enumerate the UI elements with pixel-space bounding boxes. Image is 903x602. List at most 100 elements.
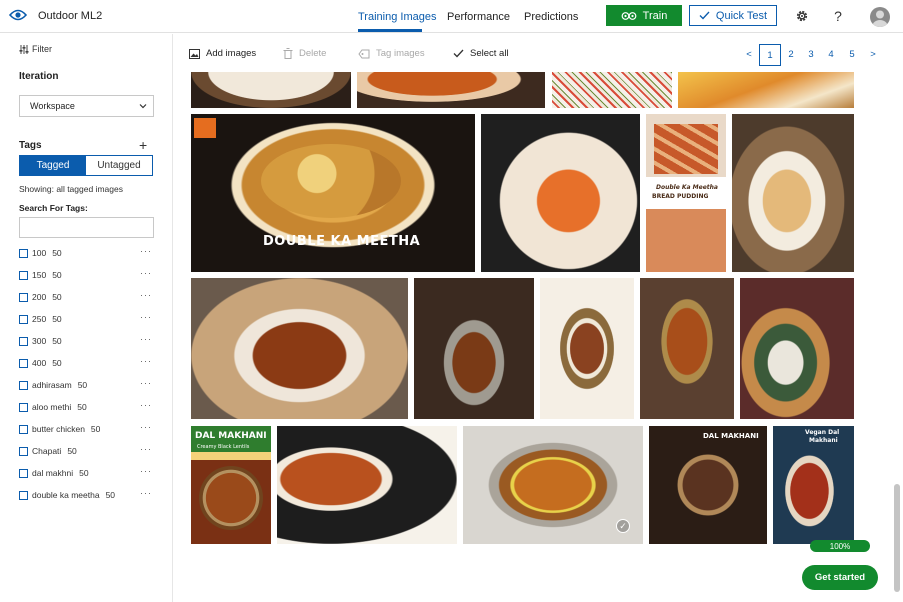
image-thumbnail[interactable] <box>277 426 457 544</box>
caption-bread-title: Double Ka Meetha <box>656 184 718 191</box>
more-options-icon[interactable]: ··· <box>140 290 152 300</box>
image-thumbnail[interactable] <box>481 114 640 272</box>
image-grid: DOUBLE KA MEETHA Double Ka Meetha BREAD … <box>191 72 854 552</box>
more-options-icon[interactable]: ··· <box>140 356 152 366</box>
tag-row[interactable]: adhirasam 50 ··· <box>19 378 154 392</box>
more-options-icon[interactable]: ··· <box>140 268 152 278</box>
avatar[interactable] <box>870 7 890 27</box>
tag-row[interactable]: aloo methi 50 ··· <box>19 400 154 414</box>
more-options-icon[interactable]: ··· <box>140 400 152 410</box>
tag-checkbox[interactable] <box>19 270 28 280</box>
tag-checkbox[interactable] <box>19 336 28 346</box>
tag-images-button[interactable]: Tag images <box>358 48 425 59</box>
tagged-tab[interactable]: Tagged <box>20 156 86 175</box>
image-thumbnail[interactable]: Vegan Dal Makhani <box>773 426 854 544</box>
tag-checkbox[interactable] <box>19 424 28 434</box>
tag-checkbox[interactable] <box>19 358 28 368</box>
image-thumbnail[interactable] <box>732 114 854 272</box>
more-options-icon[interactable]: ··· <box>140 334 152 344</box>
caption-makhani: Makhani <box>809 437 838 444</box>
image-thumbnail[interactable] <box>191 278 408 419</box>
filter-button[interactable]: Filter <box>19 44 52 54</box>
tag-checkbox[interactable] <box>19 314 28 324</box>
image-thumbnail[interactable] <box>740 278 854 419</box>
chevron-down-icon <box>139 104 147 109</box>
pagination-next[interactable]: > <box>864 45 882 63</box>
image-thumbnail[interactable]: DAL MAKHANI Creamy Black Lentils <box>191 426 271 544</box>
tag-name: 300 <box>32 336 47 346</box>
more-options-icon[interactable]: ··· <box>140 466 152 476</box>
tag-checkbox[interactable] <box>19 402 28 412</box>
untagged-tab[interactable]: Untagged <box>86 156 152 175</box>
caption-double-ka-meetha: DOUBLE KA MEETHA <box>263 234 421 249</box>
tag-row[interactable]: Chapati 50 ··· <box>19 444 154 458</box>
help-icon[interactable]: ? <box>829 7 847 25</box>
more-options-icon[interactable]: ··· <box>140 488 152 498</box>
tagged-toggle: Tagged Untagged <box>19 155 153 176</box>
image-thumbnail[interactable] <box>191 72 351 108</box>
image-thumbnail[interactable]: DAL MAKHANI <box>649 426 767 544</box>
tag-checkbox[interactable] <box>19 292 28 302</box>
caption-vegan-dal: Vegan Dal <box>805 429 840 436</box>
tag-checkbox[interactable] <box>19 380 28 390</box>
iteration-heading: Iteration <box>19 71 59 82</box>
image-thumbnail[interactable] <box>414 278 534 419</box>
tab-training-images[interactable]: Training Images <box>358 11 436 23</box>
tag-row[interactable]: 300 50 ··· <box>19 334 154 348</box>
pagination-page-1[interactable]: 1 <box>759 44 781 66</box>
train-button[interactable]: Train <box>606 5 682 26</box>
image-thumbnail[interactable] <box>357 72 545 108</box>
tag-checkbox[interactable] <box>19 490 28 500</box>
tag-checkbox[interactable] <box>19 248 28 258</box>
search-tags-input[interactable] <box>19 217 154 238</box>
caption-creamy-black-lentils: Creamy Black Lentils <box>197 444 250 450</box>
tag-row[interactable]: double ka meetha 50 ··· <box>19 488 154 502</box>
tag-row[interactable]: 150 50 ··· <box>19 268 154 282</box>
gear-icon[interactable] <box>793 7 811 25</box>
more-options-icon[interactable]: ··· <box>140 444 152 454</box>
tag-row[interactable]: 250 50 ··· <box>19 312 154 326</box>
eye-icon[interactable] <box>9 8 27 22</box>
image-thumbnail[interactable] <box>540 278 634 419</box>
quick-test-button[interactable]: Quick Test <box>689 5 777 26</box>
tag-name: 100 <box>32 248 47 258</box>
more-options-icon[interactable]: ··· <box>140 246 152 256</box>
tab-performance[interactable]: Performance <box>447 11 510 23</box>
image-thumbnail[interactable] <box>678 72 854 108</box>
select-all-button[interactable]: Select all <box>453 48 509 59</box>
pagination-page-4[interactable]: 4 <box>822 45 840 63</box>
more-options-icon[interactable]: ··· <box>140 312 152 322</box>
tag-checkbox[interactable] <box>19 446 28 456</box>
selected-check-icon[interactable]: ✓ <box>616 519 630 533</box>
image-thumbnail[interactable] <box>640 278 734 419</box>
tag-row[interactable]: butter chicken 50 ··· <box>19 422 154 436</box>
tag-count: 50 <box>77 380 88 390</box>
checkmark-icon <box>453 49 464 58</box>
tag-name: 200 <box>32 292 47 302</box>
pagination-page-3[interactable]: 3 <box>802 45 820 63</box>
scrollbar[interactable] <box>894 484 900 592</box>
pagination-page-2[interactable]: 2 <box>782 45 800 63</box>
pagination-page-5[interactable]: 5 <box>843 45 861 63</box>
tag-row[interactable]: dal makhni 50 ··· <box>19 466 154 480</box>
delete-button[interactable]: Delete <box>283 48 326 59</box>
get-started-button[interactable]: Get started <box>802 565 878 590</box>
add-images-button[interactable]: Add images <box>189 48 256 59</box>
image-thumbnail[interactable]: ✓ <box>463 426 643 544</box>
image-thumbnail[interactable]: DOUBLE KA MEETHA <box>191 114 475 272</box>
tag-row[interactable]: 100 50 ··· <box>19 246 154 260</box>
image-thumbnail[interactable]: Double Ka Meetha BREAD PUDDING <box>646 114 726 272</box>
tag-row[interactable]: 200 50 ··· <box>19 290 154 304</box>
more-options-icon[interactable]: ··· <box>140 422 152 432</box>
tag-count: 50 <box>105 490 116 500</box>
tag-checkbox[interactable] <box>19 468 28 478</box>
iteration-select[interactable]: Workspace <box>19 95 154 117</box>
more-options-icon[interactable]: ··· <box>140 378 152 388</box>
image-thumbnail[interactable] <box>552 72 672 108</box>
add-tag-icon[interactable]: + <box>139 137 147 153</box>
pagination-prev[interactable]: < <box>740 45 758 63</box>
tab-predictions[interactable]: Predictions <box>524 11 578 23</box>
tag-row[interactable]: 400 50 ··· <box>19 356 154 370</box>
tag-count: 50 <box>52 358 62 368</box>
delete-label: Delete <box>299 48 327 59</box>
